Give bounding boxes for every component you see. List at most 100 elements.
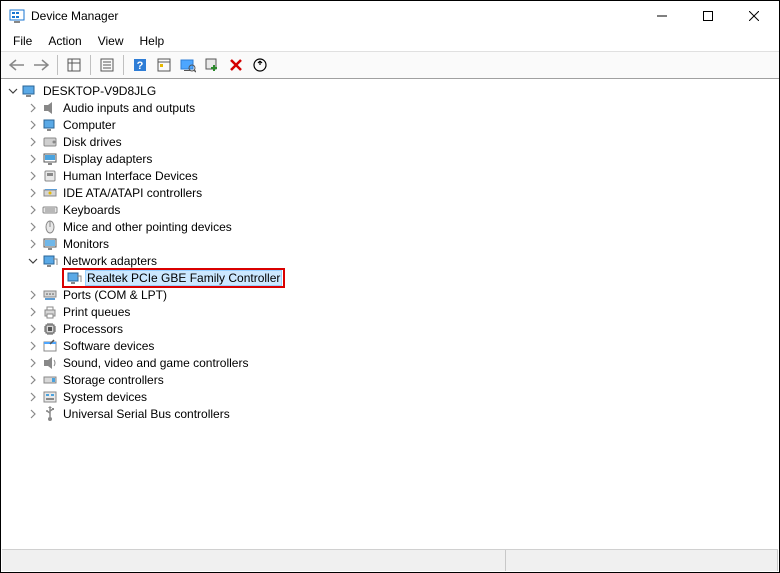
tree-category[interactable]: IDE ATA/ATAPI controllers xyxy=(2,184,778,201)
chevron-down-icon[interactable] xyxy=(6,84,20,98)
scan-hardware-button[interactable] xyxy=(177,54,199,76)
status-bar xyxy=(2,549,778,571)
tree-category[interactable]: Monitors xyxy=(2,235,778,252)
toolbar: ? xyxy=(1,51,779,79)
category-label: IDE ATA/ATAPI controllers xyxy=(62,186,203,200)
monitor-icon xyxy=(42,236,58,252)
minimize-button[interactable] xyxy=(639,1,685,31)
tree-category[interactable]: Disk drives xyxy=(2,133,778,150)
chevron-right-icon[interactable] xyxy=(26,339,40,353)
category-label: Audio inputs and outputs xyxy=(62,101,196,115)
audio-icon xyxy=(42,100,58,116)
chevron-right-icon[interactable] xyxy=(26,186,40,200)
help-button[interactable]: ? xyxy=(129,54,151,76)
software-icon xyxy=(42,338,58,354)
svg-text:?: ? xyxy=(137,60,144,72)
ide-icon xyxy=(42,185,58,201)
menu-help[interactable]: Help xyxy=(132,32,173,50)
tree-category[interactable]: Universal Serial Bus controllers xyxy=(2,405,778,422)
chevron-right-icon[interactable] xyxy=(26,373,40,387)
chevron-right-icon[interactable] xyxy=(26,407,40,421)
title-bar: Device Manager xyxy=(1,1,779,31)
tree-category[interactable]: System devices xyxy=(2,388,778,405)
tree-category[interactable]: Audio inputs and outputs xyxy=(2,99,778,116)
menu-action[interactable]: Action xyxy=(40,32,89,50)
category-label: Print queues xyxy=(62,305,131,319)
chevron-down-icon[interactable] xyxy=(26,254,40,268)
category-label: Keyboards xyxy=(62,203,121,217)
category-label: Monitors xyxy=(62,237,110,251)
tree-category[interactable]: Computer xyxy=(2,116,778,133)
network-icon xyxy=(42,253,58,269)
highlight-box: Realtek PCIe GBE Family Controller xyxy=(62,268,285,288)
update-driver-button[interactable] xyxy=(249,54,271,76)
add-hardware-button[interactable] xyxy=(201,54,223,76)
tree-category[interactable]: Software devices xyxy=(2,337,778,354)
tree-category[interactable]: Print queues xyxy=(2,303,778,320)
properties-button[interactable] xyxy=(96,54,118,76)
toolbar-separator xyxy=(123,55,124,75)
menu-bar: File Action View Help xyxy=(1,31,779,51)
chevron-right-icon[interactable] xyxy=(26,135,40,149)
window-title: Device Manager xyxy=(31,9,639,23)
chevron-right-icon[interactable] xyxy=(26,169,40,183)
tree-category[interactable]: Sound, video and game controllers xyxy=(2,354,778,371)
keyboard-icon xyxy=(42,202,58,218)
forward-button[interactable] xyxy=(30,54,52,76)
chevron-right-icon[interactable] xyxy=(26,101,40,115)
chevron-right-icon[interactable] xyxy=(26,220,40,234)
tree-category[interactable]: Processors xyxy=(2,320,778,337)
chevron-right-icon[interactable] xyxy=(26,288,40,302)
system-icon xyxy=(42,389,58,405)
toolbar-separator xyxy=(57,55,58,75)
tree-category[interactable]: Mice and other pointing devices xyxy=(2,218,778,235)
action-button[interactable] xyxy=(153,54,175,76)
category-label: Universal Serial Bus controllers xyxy=(62,407,231,421)
chevron-right-icon[interactable] xyxy=(26,203,40,217)
tree-root[interactable]: DESKTOP-V9D8JLG xyxy=(2,82,778,99)
disk-icon xyxy=(42,134,58,150)
close-button[interactable] xyxy=(731,1,777,31)
chevron-right-icon[interactable] xyxy=(26,356,40,370)
maximize-button[interactable] xyxy=(685,1,731,31)
chevron-right-icon[interactable] xyxy=(26,152,40,166)
menu-file[interactable]: File xyxy=(5,32,40,50)
mouse-icon xyxy=(42,219,58,235)
printer-icon xyxy=(42,304,58,320)
chevron-right-icon[interactable] xyxy=(26,390,40,404)
menu-view[interactable]: View xyxy=(90,32,132,50)
tree-category[interactable]: Ports (COM & LPT) xyxy=(2,286,778,303)
device-label: Realtek PCIe GBE Family Controller xyxy=(86,271,281,285)
back-button[interactable] xyxy=(6,54,28,76)
tree-category[interactable]: Human Interface Devices xyxy=(2,167,778,184)
storage-icon xyxy=(42,372,58,388)
category-label: Storage controllers xyxy=(62,373,165,387)
tree-category[interactable]: Keyboards xyxy=(2,201,778,218)
category-label: Mice and other pointing devices xyxy=(62,220,233,234)
uninstall-button[interactable] xyxy=(225,54,247,76)
device-tree[interactable]: DESKTOP-V9D8JLG Audio inputs and outputsC… xyxy=(2,80,778,542)
category-label: Software devices xyxy=(62,339,155,353)
chevron-right-icon[interactable] xyxy=(26,237,40,251)
hid-icon xyxy=(42,168,58,184)
category-label: Disk drives xyxy=(62,135,123,149)
usb-icon xyxy=(42,406,58,422)
category-label: System devices xyxy=(62,390,148,404)
chevron-right-icon[interactable] xyxy=(26,305,40,319)
tree-category[interactable]: Display adapters xyxy=(2,150,778,167)
chevron-right-icon[interactable] xyxy=(26,322,40,336)
toolbar-separator xyxy=(90,55,91,75)
category-label: Sound, video and game controllers xyxy=(62,356,249,370)
category-label: Human Interface Devices xyxy=(62,169,199,183)
computer-icon xyxy=(42,117,58,133)
tree-category[interactable]: Storage controllers xyxy=(2,371,778,388)
category-label: Network adapters xyxy=(62,254,158,268)
show-hide-tree-button[interactable] xyxy=(63,54,85,76)
ports-icon xyxy=(42,287,58,303)
tree-device[interactable]: Realtek PCIe GBE Family Controller xyxy=(2,269,778,286)
root-label: DESKTOP-V9D8JLG xyxy=(42,84,157,98)
tree-category[interactable]: Network adapters xyxy=(2,252,778,269)
processor-icon xyxy=(42,321,58,337)
chevron-right-icon[interactable] xyxy=(26,118,40,132)
category-label: Display adapters xyxy=(62,152,153,166)
